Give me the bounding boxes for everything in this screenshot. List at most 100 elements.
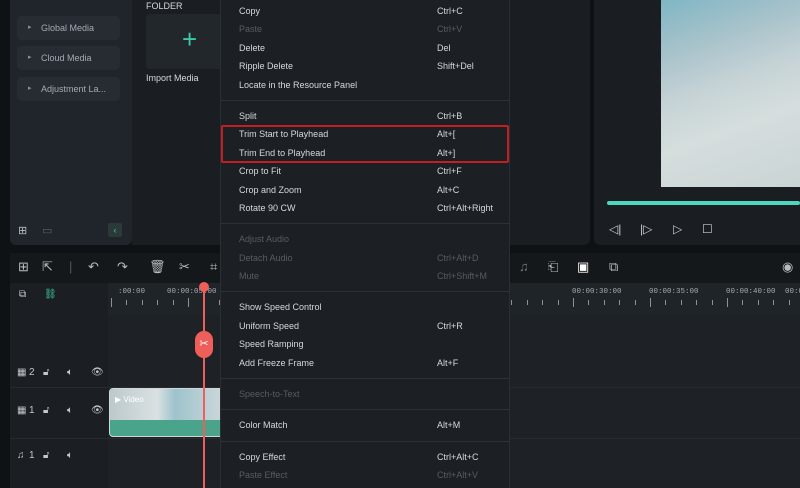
undo-icon[interactable]: ↶ [88, 259, 99, 275]
new-folder-icon[interactable]: ⊞ [18, 224, 27, 237]
divider: | [69, 259, 73, 274]
lock-icon[interactable]: 🔓︎ [43, 367, 49, 378]
crop-icon[interactable]: ⌗ [210, 259, 217, 275]
menu-item-copy-effect[interactable]: Copy Effect Ctrl+Alt+C [221, 448, 509, 466]
keyframe-icon[interactable]: ▣ [577, 259, 589, 275]
collapse-sidebar-button[interactable]: ‹ [108, 223, 122, 237]
ruler-tick [111, 298, 112, 307]
next-frame-icon[interactable]: |▷ [640, 222, 652, 236]
menu-item-label: Uniform Speed [239, 320, 300, 331]
menu-item-crop-to-fit[interactable]: Crop to Fit Ctrl+F [221, 162, 509, 180]
play-icon[interactable]: ▷ [673, 222, 682, 236]
add-track-icon[interactable]: ⧉ [19, 289, 26, 300]
ruler-tick [788, 300, 790, 305]
ruler-label: 00:00:05:00 [167, 288, 217, 296]
menu-item-label: Ripple Delete [239, 61, 294, 72]
ruler-tick [141, 300, 143, 305]
menu-item-locate-in-the-resource-panel[interactable]: Locate in the Resource Panel [221, 76, 509, 94]
menu-item-label: Copy Effect [239, 451, 286, 462]
menu-item-paste-effect: Paste Effect Ctrl+Alt+V [221, 466, 509, 484]
menu-item-shortcut: Ctrl+Alt+D [437, 252, 479, 263]
audio-stretch-icon[interactable]: ♫ [519, 259, 529, 274]
plus-icon: + [182, 24, 198, 54]
menu-item-shortcut: Ctrl+Alt+V [437, 470, 479, 481]
menu-separator [221, 285, 509, 298]
ruler-label: :00:00 [118, 288, 146, 296]
menu-item-shortcut: Shift+Del [437, 61, 474, 72]
speech-icon[interactable]: ⎗ [548, 259, 558, 275]
menu-item-uniform-speed[interactable]: Uniform Speed Ctrl+R [221, 317, 509, 335]
ruler-label: 00:00:35:00 [649, 288, 699, 296]
menu-item-shortcut: Ctrl+Shift+M [437, 271, 488, 282]
menu-item-color-match[interactable]: Color Match Alt+M [221, 416, 509, 434]
menu-item-label: Adjust Audio [239, 234, 290, 245]
highlight-box [221, 125, 509, 163]
menu-item-crop-and-zoom[interactable]: Crop and Zoom Alt+C [221, 181, 509, 199]
menu-separator [221, 403, 509, 416]
menu-item-speech-to-text: Speech-to-Text [221, 385, 509, 403]
playhead-handle[interactable] [199, 282, 209, 292]
menu-item-paste: Paste Ctrl+V [221, 20, 509, 38]
link-icon[interactable]: ⛓ [44, 289, 57, 300]
menu-item-label: Color Match [239, 420, 288, 431]
playhead-split-button[interactable]: ✂ [195, 331, 213, 358]
menu-item-rotate-90-cw[interactable]: Rotate 90 CW Ctrl+Alt+Right [221, 199, 509, 217]
playhead[interactable] [203, 283, 205, 488]
layout-icon[interactable]: ⊞ [18, 259, 29, 275]
menu-item-add-freeze-frame[interactable]: Add Freeze Frame Alt+F [221, 354, 509, 372]
ruler-tick [526, 300, 528, 305]
menu-item-split[interactable]: Split Ctrl+B [221, 107, 509, 125]
volume-icon[interactable]: 🔈︎ [67, 367, 73, 378]
menu-item-delete[interactable]: Delete Del [221, 39, 509, 57]
volume-icon[interactable]: 🔈︎ [67, 405, 73, 416]
menu-item-ripple-delete[interactable]: Ripple Delete Shift+Del [221, 57, 509, 75]
ruler-tick [696, 300, 698, 305]
ruler-tick [126, 300, 128, 305]
menu-item-copy[interactable]: Copy Ctrl+C [221, 2, 509, 20]
menu-item-label: Speech-to-Text [239, 389, 300, 400]
folder-icon[interactable]: ▭ [42, 224, 52, 237]
import-media-label: Import Media [146, 73, 199, 83]
stop-icon[interactable]: ☐ [702, 222, 713, 236]
lock-icon[interactable]: 🔓︎ [43, 405, 49, 416]
delete-icon[interactable]: 🗑 [149, 259, 166, 275]
visibility-icon[interactable]: 👁︎ [91, 405, 104, 416]
menu-item-shortcut: Del [437, 42, 451, 53]
render-preview-icon[interactable]: ◉ [782, 259, 793, 275]
clip-label: ▶ Video [115, 395, 144, 404]
menu-item-speed-ramping[interactable]: Speed Ramping [221, 335, 509, 353]
visibility-icon[interactable]: 👁︎ [91, 367, 104, 378]
video-clip[interactable]: ▶ Video [109, 388, 229, 437]
menu-item-shortcut: Alt+C [437, 184, 460, 195]
ruler-tick [742, 300, 744, 305]
lock-icon[interactable]: 🔓︎ [43, 450, 49, 461]
menu-item-label: Delete [239, 42, 266, 53]
clip-thumbnail [110, 389, 228, 420]
select-tool-icon[interactable]: ⇱ [42, 259, 53, 275]
sidebar-item-adjustment-layer[interactable]: Adjustment La... [17, 77, 120, 101]
folder-header: FOLDER [146, 1, 183, 11]
video-preview [661, 0, 800, 187]
sidebar-item-cloud-media[interactable]: Cloud Media [17, 46, 120, 70]
playback-progress-bar[interactable] [607, 201, 800, 205]
menu-item-shortcut: Ctrl+Alt+C [437, 451, 479, 462]
media-sidebar: Global Media Cloud Media Adjustment La..… [10, 0, 132, 245]
ruler-tick [619, 300, 621, 305]
ruler-tick [757, 300, 759, 305]
voice-icon[interactable]: ⧉ [609, 259, 618, 275]
sidebar-item-global-media[interactable]: Global Media [17, 16, 120, 40]
split-icon[interactable]: ✂ [179, 259, 190, 275]
menu-item-detach-audio: Detach Audio Ctrl+Alt+D [221, 249, 509, 267]
video-track-icon: ▦ [17, 405, 27, 416]
audio-track-icon: ♫ [17, 450, 25, 461]
previous-frame-icon[interactable]: ◁| [609, 222, 621, 236]
ruler-tick [680, 300, 682, 305]
menu-item-shortcut: Ctrl+B [437, 110, 463, 121]
redo-icon[interactable]: ↷ [117, 259, 128, 275]
ruler-label: 00:00 [785, 288, 800, 296]
menu-item-show-speed-control[interactable]: Show Speed Control [221, 298, 509, 316]
ruler-tick [511, 300, 513, 305]
ruler-label: 00:00:30:00 [572, 288, 622, 296]
volume-icon[interactable]: 🔈︎ [67, 450, 73, 461]
video-track-icon: ▦ [17, 367, 27, 378]
